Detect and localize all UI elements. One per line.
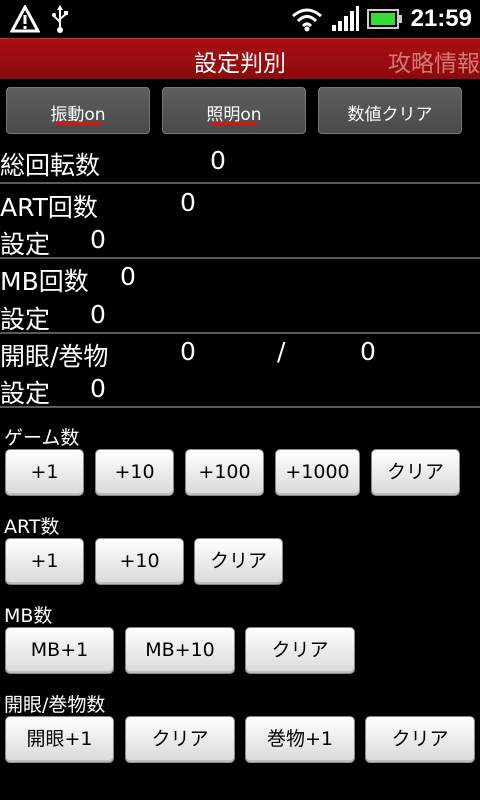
status-right: 21:59 [291,4,472,34]
status-time: 21:59 [410,5,472,32]
mb-plus1-button[interactable]: MB+1 [5,627,114,674]
mb-section-label: MB数 [4,605,53,627]
art-count-label: ART回数 [0,193,98,222]
strategy-info-link[interactable]: 攻略情報 [388,44,480,78]
divider [0,182,480,184]
warning-icon [10,5,40,33]
art-clear-button[interactable]: クリア [194,538,283,585]
light-toggle-button[interactable]: 照明on [162,87,306,134]
divider [0,257,480,259]
vibration-active-indicator [55,122,101,125]
games-plus1000-button[interactable]: +1000 [275,449,360,496]
clear-values-label: 数値クリア [347,105,433,125]
games-section-label: ゲーム数 [4,427,80,449]
art-setting-value: 0 [90,225,106,254]
games-plus100-button[interactable]: +100 [185,449,264,496]
wifi-icon [291,8,322,32]
mb-setting-value: 0 [90,300,106,329]
games-plus10-button[interactable]: +10 [95,449,174,496]
top-button-bar: 振動on 照明on 数値クリア [0,86,480,136]
divider [0,332,480,334]
battery-icon [366,9,402,29]
games-clear-button[interactable]: クリア [371,449,460,496]
light-active-indicator [211,122,257,125]
vibration-toggle-button[interactable]: 振動on [6,87,150,134]
eye-scroll-separator: / [277,337,286,366]
scroll-clear-button[interactable]: クリア [365,716,475,763]
mb-count-label: MB回数 [0,267,89,296]
games-plus1-button[interactable]: +1 [5,449,84,496]
mb-clear-button[interactable]: クリア [245,627,355,674]
art-count-value: 0 [180,188,196,217]
scroll-value: 0 [360,337,376,366]
divider [0,406,480,408]
eye-plus1-button[interactable]: 開眼+1 [5,716,114,763]
eye-scroll-section-label: 開眼/巻物数 [4,694,106,716]
status-bar: 21:59 [0,0,480,38]
title-bar: 設定判別 攻略情報 [0,38,480,79]
art-section-label: ART数 [4,516,60,538]
mb-count-value: 0 [120,262,136,291]
scroll-plus1-button[interactable]: 巻物+1 [245,716,355,763]
eye-scroll-label: 開眼/巻物 [0,342,109,371]
total-spins-value: 0 [210,146,226,175]
usb-icon [52,5,68,33]
mb-setting-label: 設定 [0,305,51,334]
signal-icon [331,6,359,31]
eye-setting-value: 0 [90,374,106,403]
art-plus1-button[interactable]: +1 [5,538,84,585]
mb-plus10-button[interactable]: MB+10 [125,627,235,674]
art-plus10-button[interactable]: +10 [95,538,184,585]
total-spins-label: 総回転数 [0,151,101,180]
eye-clear-button[interactable]: クリア [125,716,235,763]
clear-values-button[interactable]: 数値クリア [318,87,462,134]
eye-value: 0 [180,337,196,366]
status-left [10,4,70,34]
art-setting-label: 設定 [0,230,51,259]
eye-setting-label: 設定 [0,379,51,408]
